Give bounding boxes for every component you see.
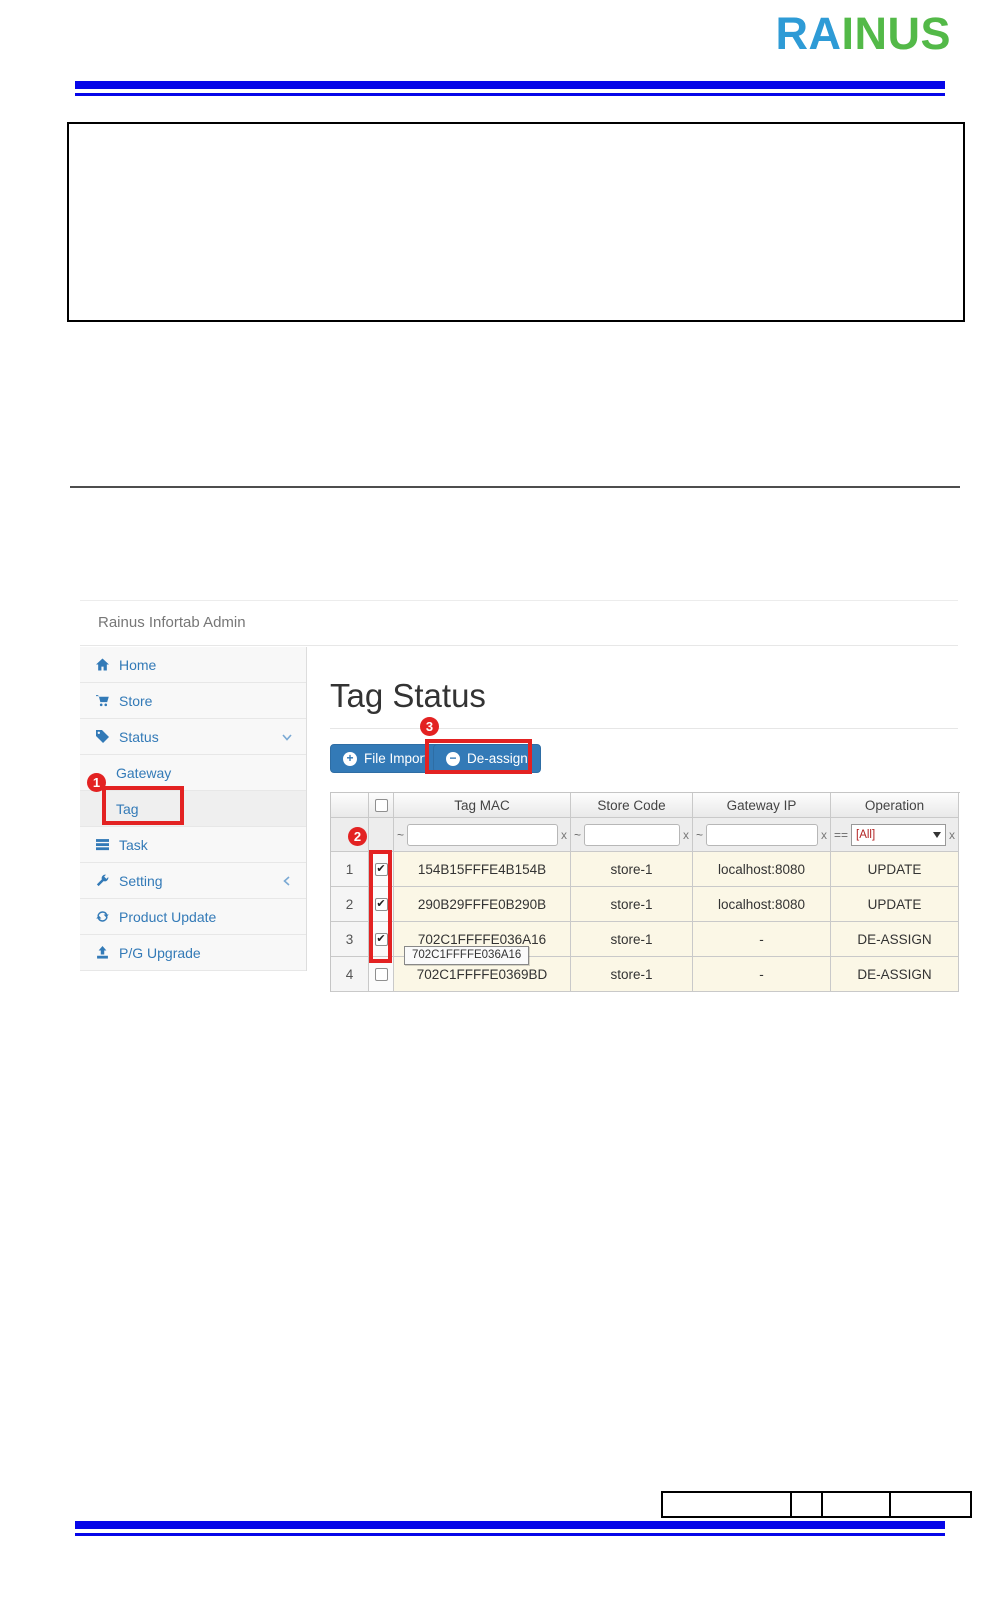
operation-cell: UPDATE: [831, 852, 959, 887]
logo-part-green: INUS: [841, 8, 951, 59]
operation-cell: UPDATE: [831, 887, 959, 922]
sidebar-item-label: Store: [119, 692, 153, 709]
annotation-rect-deassign: [425, 739, 532, 774]
plus-circle-icon: [343, 751, 357, 766]
app-header: Rainus Infortab Admin: [80, 601, 958, 646]
gateway-ip-filter-input[interactable]: [706, 823, 818, 846]
home-icon: [96, 658, 109, 671]
tag-mac-filter-input[interactable]: [407, 823, 558, 846]
header-tag-mac[interactable]: Tag MAC: [394, 793, 571, 818]
filter-checkbox-cell: [369, 818, 394, 852]
sidebar-item-pg-upgrade[interactable]: P/G Upgrade: [80, 935, 306, 971]
sidebar-item-product-update[interactable]: Product Update: [80, 899, 306, 935]
clear-filter-button[interactable]: x: [821, 828, 827, 842]
footer-cell: [889, 1493, 970, 1516]
equals-operator: ==: [834, 827, 849, 842]
sidebar-item-label: Gateway: [116, 764, 172, 781]
row-number: 2: [331, 887, 369, 922]
store-code-cell: store-1: [571, 957, 693, 992]
empty-text-box: [67, 122, 965, 322]
tilde-operator: ~: [696, 827, 704, 842]
store-code-cell: store-1: [571, 887, 693, 922]
sidebar-item-task[interactable]: Task: [80, 827, 306, 863]
row-checkbox[interactable]: [374, 967, 388, 981]
cart-icon: [96, 694, 109, 707]
sidebar-item-label: Setting: [119, 872, 163, 889]
sidebar-item-label: P/G Upgrade: [119, 944, 201, 961]
store-code-filter-input[interactable]: [584, 823, 680, 846]
sidebar-item-label: Home: [119, 656, 157, 673]
select-dropdown-arrow-icon: [933, 831, 941, 838]
gateway-ip-cell: localhost:8080: [693, 852, 831, 887]
mac-tooltip: 702C1FFFFE036A16: [404, 946, 530, 965]
file-import-label: File Import: [364, 751, 428, 766]
footer-table: [661, 1491, 972, 1518]
bottom-rule-thin: [75, 1533, 945, 1536]
sidebar-item-setting[interactable]: Setting: [80, 863, 306, 899]
footer-cell: [821, 1493, 889, 1516]
operation-cell: DE-ASSIGN: [831, 922, 959, 957]
select-all-checkbox[interactable]: [374, 798, 388, 812]
filter-operation-cell: == [All] x: [831, 818, 959, 852]
sidebar-item-store[interactable]: Store: [80, 683, 306, 719]
clear-filter-button[interactable]: x: [683, 828, 689, 842]
sidebar-item-home[interactable]: Home: [80, 647, 306, 683]
row-number: 1: [331, 852, 369, 887]
row-number: 3: [331, 922, 369, 957]
upload-icon: [96, 946, 109, 959]
sidebar-item-label: Task: [119, 836, 148, 853]
store-code-cell: store-1: [571, 852, 693, 887]
chevron-down-icon: [281, 730, 293, 742]
filter-tag-mac-cell: ~ x: [394, 818, 571, 852]
annotation-step-2: 2: [348, 827, 367, 846]
document-page: RAINUS Rainus Infortab Admin Home Store: [0, 0, 995, 1610]
annotation-rect-checkboxes: [369, 850, 392, 963]
operation-select-value: [All]: [856, 828, 876, 841]
gateway-ip-cell: localhost:8080: [693, 887, 831, 922]
header-operation[interactable]: Operation: [831, 793, 959, 818]
filter-gateway-ip-cell: ~ x: [693, 818, 831, 852]
tag-mac-cell: 154B15FFFE4B154B: [394, 852, 571, 887]
app-title: Rainus Infortab Admin: [98, 614, 246, 631]
clear-filter-button[interactable]: x: [949, 828, 955, 842]
tag-icon: [96, 730, 109, 743]
page-title: Tag Status: [330, 677, 486, 714]
admin-screenshot: Rainus Infortab Admin Home Store Status: [80, 600, 960, 992]
footer-cell: [790, 1493, 821, 1516]
tilde-operator: ~: [397, 827, 405, 842]
annotation-rect-tag: [102, 786, 184, 825]
refresh-icon: [96, 910, 109, 923]
sidebar-item-label: Status: [119, 728, 159, 745]
clear-filter-button[interactable]: x: [561, 828, 567, 842]
tilde-operator: ~: [574, 827, 582, 842]
filter-store-code-cell: ~ x: [571, 818, 693, 852]
sidebar-item-label: Product Update: [119, 908, 217, 925]
rainus-logo: RAINUS: [775, 8, 951, 60]
annotation-step-1: 1: [87, 773, 106, 792]
list-icon: [96, 838, 109, 851]
top-rule-thick: [75, 81, 945, 89]
gateway-ip-cell: -: [693, 957, 831, 992]
header-store-code[interactable]: Store Code: [571, 793, 693, 818]
operation-select[interactable]: [All]: [851, 823, 946, 846]
header-gateway-ip[interactable]: Gateway IP: [693, 793, 831, 818]
logo-part-blue: RA: [775, 8, 842, 59]
store-code-cell: store-1: [571, 922, 693, 957]
chevron-left-icon: [281, 874, 293, 886]
operation-cell: DE-ASSIGN: [831, 957, 959, 992]
header-checkbox-cell: [369, 793, 394, 818]
row-number: 4: [331, 957, 369, 992]
header-rownum: [331, 793, 369, 818]
top-rule-thin: [75, 93, 945, 96]
gateway-ip-cell: -: [693, 922, 831, 957]
bottom-rule-thick: [75, 1521, 945, 1529]
section-divider: [70, 486, 960, 488]
annotation-step-3: 3: [420, 717, 439, 736]
wrench-icon: [96, 874, 109, 887]
footer-cell: [663, 1493, 790, 1516]
sidebar-item-status[interactable]: Status: [80, 719, 306, 755]
tag-mac-cell: 290B29FFFE0B290B: [394, 887, 571, 922]
